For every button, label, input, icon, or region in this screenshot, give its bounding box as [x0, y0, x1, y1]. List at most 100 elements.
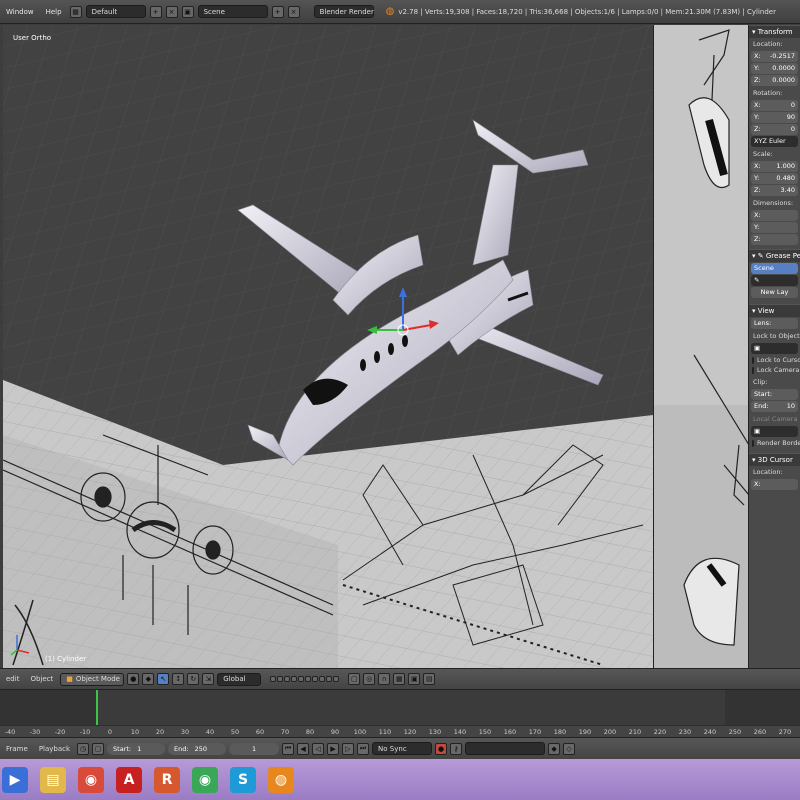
rotation-x-field[interactable]: X: 0 [751, 100, 798, 111]
lock-layers-button[interactable]: ▢ [348, 673, 361, 685]
orientation-selector[interactable]: Global [217, 672, 262, 686]
end-frame-field[interactable]: End: 250 [168, 742, 227, 755]
snap-element-button[interactable]: ▦ [393, 673, 406, 685]
taskbar-acrobat-icon[interactable]: A [116, 766, 142, 793]
location-y-field[interactable]: Y: 0.0000 [751, 63, 798, 74]
timeline[interactable]: -40 -30 -20 -10 0 10 20 30 40 50 60 70 80 90 100 110 120… [0, 689, 800, 738]
render-animation-button[interactable]: ▤ [423, 673, 436, 685]
taskbar-file-explorer-icon[interactable]: ▤ [40, 766, 66, 793]
jump-end-button[interactable]: ⏭ [357, 742, 370, 755]
proportional-edit-button[interactable]: ◎ [363, 673, 376, 685]
clip-start-field[interactable]: Start: [751, 389, 798, 400]
rotation-mode-select[interactable]: XYZ Euler [751, 136, 798, 147]
insert-keyframe-button[interactable]: ◆ [548, 742, 561, 755]
timeline-tick-label: 180 [553, 728, 567, 736]
scale-x-field[interactable]: X: 1.000 [751, 161, 798, 172]
menu-object[interactable]: Object [26, 675, 57, 683]
layer-buttons[interactable] [270, 676, 340, 682]
timeline-tick-label: 10 [130, 728, 140, 736]
location-z-field[interactable]: Z: 0.0000 [751, 75, 798, 86]
play-reverse-button[interactable]: ◁ [312, 742, 325, 755]
lock-object-field[interactable]: ▣ [751, 343, 798, 354]
render-border-checkbox[interactable]: Render Borde [752, 439, 800, 447]
cursor-x-field[interactable]: X: [751, 479, 798, 490]
rotation-z-field[interactable]: Z: 0 [751, 124, 798, 135]
translate-manipulator[interactable]: ↕ [172, 673, 185, 685]
side-view-sketch [654, 25, 748, 668]
lock-range-button[interactable]: ▢ [92, 742, 105, 755]
pivot-point-button[interactable]: ◆ [142, 673, 155, 685]
render-engine-selector[interactable]: Blender Render [313, 5, 374, 18]
viewport-shading-button[interactable]: ● [127, 673, 140, 685]
jump-start-button[interactable]: ⏮ [282, 742, 295, 755]
add-scene-button[interactable]: + [271, 5, 284, 18]
prev-keyframe-button[interactable]: ◀ [297, 742, 310, 755]
scale-manipulator[interactable]: ⇲ [202, 673, 215, 685]
transform-panel-header[interactable]: ▾ Transform [749, 25, 800, 38]
sync-mode-selector[interactable]: No Sync [372, 742, 433, 755]
view-panel-header[interactable]: ▾ View [749, 304, 800, 317]
menu-frame[interactable]: Frame [2, 745, 32, 753]
scene-stats: v2.78 | Verts:19,308 | Faces:18,720 | Tr… [398, 7, 776, 16]
layout-selector[interactable]: Default [85, 5, 146, 18]
taskbar-blender-icon[interactable]: ◍ [268, 766, 294, 793]
dimension-x-field[interactable]: X: [751, 210, 798, 221]
taskbar-r-app-icon[interactable]: R [154, 766, 180, 793]
manipulator-toggle[interactable]: ↖ [157, 673, 170, 685]
timeline-tick-label: -30 [29, 728, 41, 736]
rotation-y-field[interactable]: Y: 90 [751, 112, 798, 123]
local-camera-field[interactable]: ▣ [751, 426, 798, 437]
dimension-y-field[interactable]: Y: [751, 222, 798, 233]
start-frame-field[interactable]: Start: 1 [107, 742, 166, 755]
timeline-ruler: -40 -30 -20 -10 0 10 20 30 40 50 60 70 80 90 100 110 120… [0, 725, 800, 737]
taskbar-chrome-2-icon[interactable]: ◉ [192, 766, 218, 793]
grease-pencil-icon: ✎ [757, 252, 764, 260]
clip-end-field[interactable]: End: 10 [751, 401, 798, 412]
add-layout-button[interactable]: + [149, 5, 162, 18]
layout-icon[interactable]: ▦ [69, 5, 82, 18]
timeline-tick-label: 240 [703, 728, 717, 736]
cube-icon: ■ [66, 675, 73, 683]
preview-range-button[interactable]: ◷ [77, 742, 90, 755]
3d-cursor-header[interactable]: ▾ 3D Cursor [749, 453, 800, 466]
3d-viewport[interactable]: User Ortho (1) Cylinder [3, 25, 653, 668]
new-layer-button[interactable]: New Lay [751, 287, 798, 298]
grease-layer-field[interactable]: ✎ [751, 275, 798, 286]
render-preview-button[interactable]: ▣ [408, 673, 421, 685]
keying-set-icon[interactable]: ⚷ [450, 742, 463, 755]
remove-layout-button[interactable]: × [165, 5, 178, 18]
taskbar-skype-icon[interactable]: S [230, 766, 256, 793]
menu-edit[interactable]: edit [2, 675, 23, 683]
lock-cursor-checkbox[interactable]: Lock to Curso [752, 356, 800, 364]
play-button[interactable]: ▶ [327, 742, 340, 755]
current-frame-field[interactable]: 1 [229, 742, 280, 755]
scale-y-field[interactable]: Y: 0.480 [751, 173, 798, 184]
grease-pencil-header[interactable]: ▾ ✎ Grease Pe [749, 249, 800, 262]
timeline-tick-label: 100 [353, 728, 367, 736]
menu-playback[interactable]: Playback [35, 745, 74, 753]
grease-scene-toggle[interactable]: Scene [751, 263, 798, 274]
menu-window[interactable]: Window [2, 8, 38, 16]
delete-keyframe-button[interactable]: ◇ [563, 742, 576, 755]
rotate-manipulator[interactable]: ↻ [187, 673, 200, 685]
keying-set-field[interactable] [465, 742, 546, 755]
taskbar-chrome-icon[interactable]: ◉ [78, 766, 104, 793]
remove-scene-button[interactable]: × [287, 5, 300, 18]
taskbar-media-player-icon[interactable]: ▶ [2, 766, 28, 793]
next-keyframe-button[interactable]: ▷ [342, 742, 355, 755]
lock-camera-checkbox[interactable]: Lock Camera [752, 366, 799, 374]
record-icon[interactable]: ● [435, 742, 448, 755]
lens-field[interactable]: Lens: [751, 318, 798, 329]
side-viewport[interactable] [653, 25, 748, 668]
scene-icon[interactable]: ▣ [181, 5, 194, 18]
menu-help[interactable]: Help [42, 8, 66, 16]
snap-toggle[interactable]: ∩ [378, 673, 391, 685]
dimension-z-field[interactable]: Z: [751, 234, 798, 245]
timeline-tick-label: 60 [255, 728, 265, 736]
scale-z-field[interactable]: Z: 3.40 [751, 185, 798, 196]
mode-selector[interactable]: ■ Object Mode [60, 672, 125, 686]
location-x-field[interactable]: X: -0.2517 [751, 51, 798, 62]
scene-selector[interactable]: Scene [197, 5, 268, 18]
active-object-label: (1) Cylinder [45, 655, 87, 663]
timeline-tick-label: 270 [778, 728, 792, 736]
